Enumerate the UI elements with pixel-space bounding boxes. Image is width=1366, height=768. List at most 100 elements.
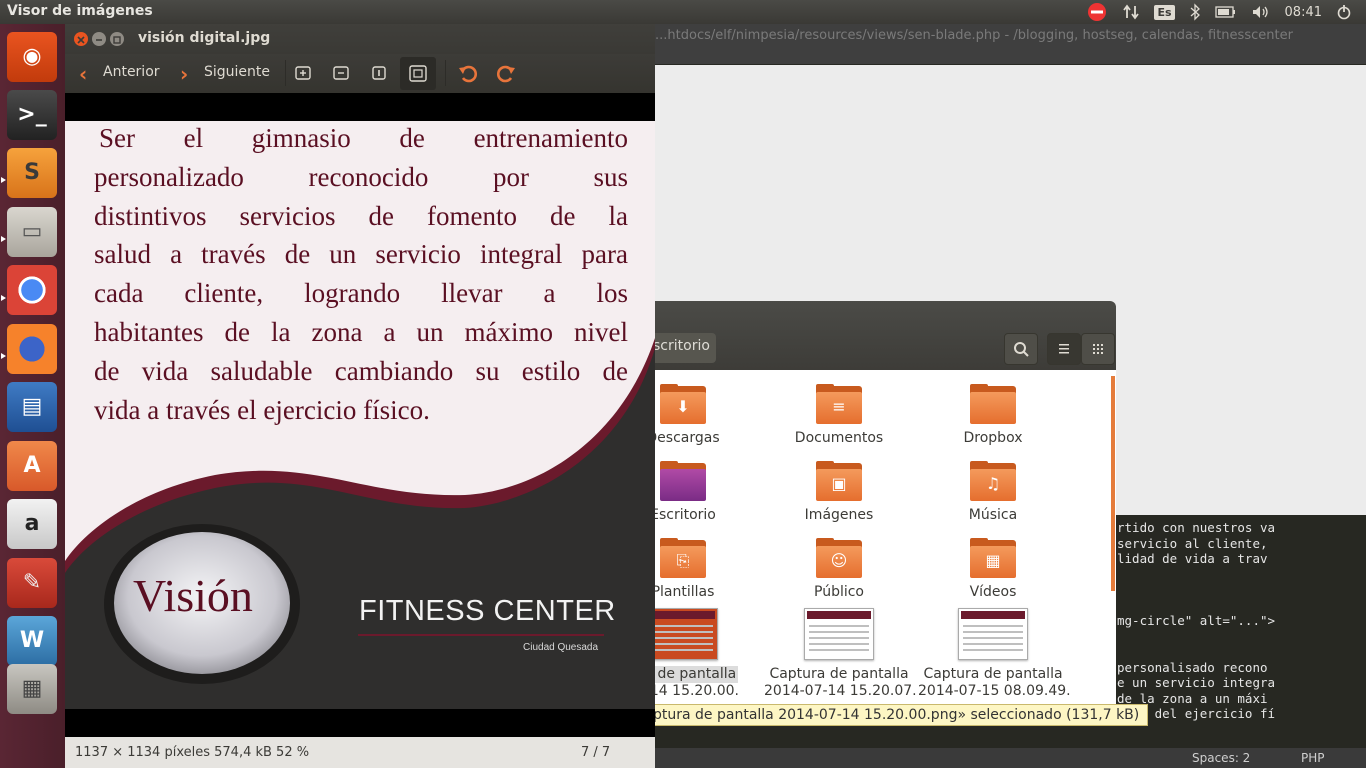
zoom-in-button[interactable] <box>294 64 312 82</box>
file-item-dropbox[interactable]: Dropbox <box>918 384 1068 447</box>
vision-line: habitantes de la zona a un máximo nivel <box>94 316 628 347</box>
file-item-imágenes[interactable]: ▣ Imágenes <box>764 461 914 524</box>
launcher-firefox-icon[interactable] <box>7 324 57 374</box>
next-button[interactable]: Siguiente <box>204 64 270 80</box>
code-line: e un servicio integra <box>1117 675 1276 690</box>
launcher-mysql-workbench-icon[interactable]: W <box>7 616 57 666</box>
previous-chevron-icon[interactable]: ‹ <box>79 62 87 86</box>
grid-view-button[interactable] <box>1081 333 1115 365</box>
close-icon <box>77 36 85 44</box>
file-item-vídeos[interactable]: ▦ Vídeos <box>918 538 1068 601</box>
close-button[interactable] <box>74 32 88 46</box>
brand-location: Ciudad Quesada <box>523 642 599 653</box>
maximize-icon <box>113 36 121 44</box>
file-item-ura-de-pantalla[interactable]: ura de pantalla07-14 15.20.00. <box>645 608 758 700</box>
path-button-escritorio[interactable]: scritorio <box>647 333 716 363</box>
file-item-música[interactable]: ♫ Música <box>918 461 1068 524</box>
file-item-label: ura de pantalla <box>645 666 739 683</box>
editor-syntax-setting[interactable]: PHP <box>1301 751 1325 765</box>
file-item-label: Imágenes <box>804 507 874 523</box>
maximize-button[interactable] <box>110 32 124 46</box>
editor-tabbar[interactable]: ...htdocs/elf/nimpesia/resources/views/s… <box>655 24 1366 64</box>
file-item-captura-de-pantalla[interactable]: Captura de pantalla 2014-07-15 08.09.49. <box>918 608 1071 700</box>
launcher-amazon-icon[interactable]: a <box>7 499 57 549</box>
volume-icon[interactable] <box>1251 4 1271 20</box>
power-icon[interactable] <box>1336 4 1352 20</box>
file-item-captura-de-pantalla[interactable]: Captura de pantalla 2014-07-14 15.20.07. <box>764 608 917 700</box>
file-item-label: Público <box>814 584 864 600</box>
launcher-running-indicator <box>1 227 6 242</box>
launcher-writer-icon[interactable]: ▤ <box>7 382 57 432</box>
files-selection-status: ptura de pantalla 2014-07-14 15.20.00.pn… <box>645 704 1149 726</box>
best-fit-icon <box>409 65 427 82</box>
folder-icon: ▣ <box>816 461 862 501</box>
list-view-icon <box>1059 344 1069 354</box>
launcher-files-icon[interactable]: ▭ <box>7 207 57 257</box>
next-chevron-icon[interactable]: › <box>180 62 188 86</box>
code-line: servicio al cliente, <box>1117 535 1268 551</box>
minimize-button[interactable] <box>92 32 106 46</box>
image-position: 7 / 7 <box>581 745 611 760</box>
file-item-plantillas[interactable]: ⎘ Plantillas <box>645 538 758 601</box>
image-thumbnail-icon <box>804 608 874 660</box>
code-line: rtido con nuestros va <box>1117 520 1276 535</box>
file-item-label: Plantillas <box>651 584 715 600</box>
brand-underline <box>358 634 604 636</box>
file-manager-window: scritorio ⬇ Descargas ≡ Documentos Dropbox Es… <box>645 301 1149 741</box>
file-item-label: Vídeos <box>969 584 1017 600</box>
launcher-workspaces-icon[interactable]: ▦ <box>7 664 57 714</box>
search-button[interactable] <box>1004 333 1038 365</box>
launcher-running-indicator <box>1 344 6 359</box>
normal-size-button[interactable] <box>370 64 388 82</box>
rotate-left-button[interactable] <box>457 62 479 84</box>
best-fit-button[interactable] <box>400 57 436 90</box>
viewer-title: visión digital.jpg <box>138 30 271 46</box>
launcher-running-indicator <box>1 168 6 183</box>
file-item-público[interactable]: ☺ Público <box>764 538 914 601</box>
image-canvas[interactable]: Ser el gimnasio de entrenamiento personal… <box>65 93 655 737</box>
folder-icon <box>970 384 1016 424</box>
file-item-label: Música <box>968 507 1018 523</box>
toolbar-separator <box>285 60 286 86</box>
minimize-icon <box>96 39 102 41</box>
keyboard-layout-indicator[interactable]: Es <box>1154 4 1175 20</box>
image-thumbnail-icon <box>648 608 718 660</box>
vision-statement-text: Ser el gimnasio de entrenamiento personal… <box>94 119 628 429</box>
folder-icon: ▦ <box>970 538 1016 578</box>
viewer-titlebar[interactable]: visión digital.jpg <box>65 24 655 54</box>
launcher-software-center-icon[interactable]: A <box>7 441 57 491</box>
editor-statusbar: Spaces: 2 PHP <box>655 748 1366 768</box>
launcher-sublime-text-icon[interactable]: S <box>7 148 57 198</box>
launcher-terminal-icon[interactable]: >_ <box>7 90 57 140</box>
active-app-title: Visor de imágenes <box>7 3 153 19</box>
file-item-documentos[interactable]: ≡ Documentos <box>764 384 914 447</box>
file-item-label-2: 2014-07-15 08.09.49. <box>918 683 1071 699</box>
launcher-ubuntu-dash-icon[interactable]: ◉ <box>7 32 57 82</box>
vision-badge-text: Visión <box>133 570 253 621</box>
vision-line: Ser el gimnasio de entrenamiento <box>99 123 628 153</box>
code-line: personalisado recono <box>1117 659 1268 675</box>
rotate-right-button[interactable] <box>495 62 517 84</box>
top-panel: Visor de imágenes Es 08:41 <box>0 0 1366 24</box>
launcher-system-settings-icon[interactable]: ✎ <box>7 558 57 608</box>
file-item-label: Captura de pantalla <box>923 666 1063 682</box>
file-item-escritorio[interactable]: Escritorio <box>645 461 758 524</box>
files-scrollbar[interactable] <box>1111 376 1115 591</box>
vision-line: salud a través de un servicio integral p… <box>94 239 628 270</box>
network-icon[interactable] <box>1122 3 1140 21</box>
zoom-out-button[interactable] <box>332 64 350 82</box>
previous-button[interactable]: Anterior <box>103 64 160 80</box>
brand-name: FITNESS CENTER <box>359 595 616 627</box>
clock[interactable]: 08:41 <box>1285 5 1322 20</box>
editor-spaces-setting[interactable]: Spaces: 2 <box>1192 751 1250 765</box>
launcher-chrome-icon[interactable] <box>7 265 57 315</box>
battery-icon[interactable] <box>1214 5 1237 19</box>
file-item-descargas[interactable]: ⬇ Descargas <box>645 384 758 447</box>
code-line: mg-circle" alt="..."> <box>1117 613 1276 628</box>
bluetooth-icon[interactable] <box>1189 3 1201 21</box>
do-not-disturb-icon[interactable] <box>1086 1 1108 23</box>
files-headerbar: scritorio <box>645 301 1116 370</box>
code-line: de la zona a un máxi <box>1117 690 1268 706</box>
vision-line: cada cliente, logrando llevar a los <box>94 278 628 309</box>
list-view-button[interactable] <box>1047 333 1081 365</box>
